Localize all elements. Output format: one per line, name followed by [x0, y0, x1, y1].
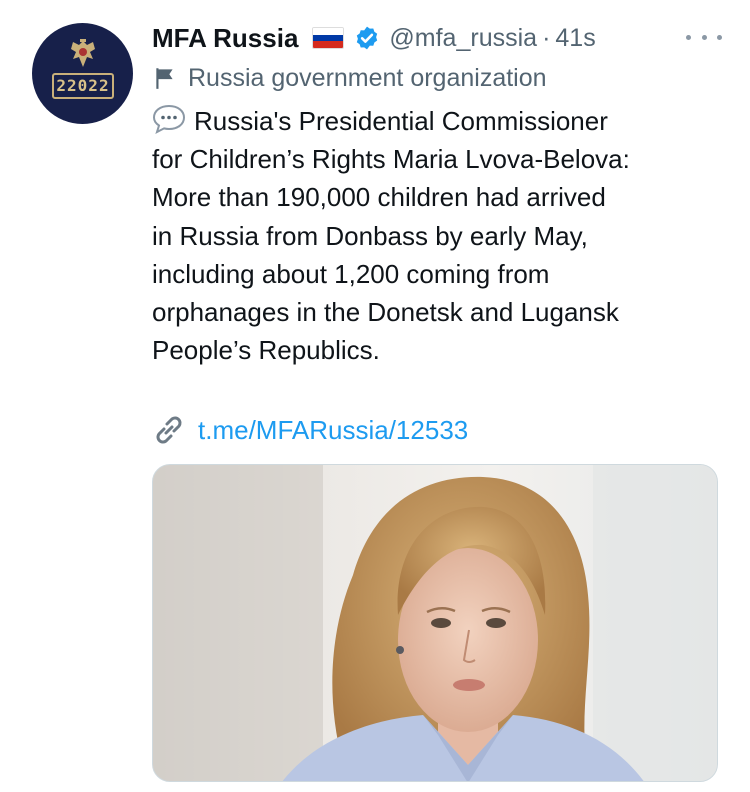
- tweet-body: Russia's Presidential Commissioner for C…: [152, 106, 630, 366]
- government-label[interactable]: Russia government organization: [152, 60, 547, 96]
- tweet-link-row: t.me/MFARussia/12533: [152, 410, 468, 450]
- avatar[interactable]: 22022: [32, 23, 133, 124]
- separator: ·: [542, 23, 551, 52]
- speech-bubble-icon: [152, 104, 186, 134]
- account-name[interactable]: MFA Russia: [152, 23, 298, 54]
- flag-icon: [156, 68, 173, 89]
- link-icon: [156, 416, 182, 444]
- avatar-badge: 22022: [52, 73, 114, 99]
- verified-badge-icon: [357, 26, 378, 50]
- coat-of-arms-icon: [71, 39, 95, 67]
- russia-flag-icon: [312, 27, 345, 49]
- tweet-text: Russia's Presidential Commissioner for C…: [152, 102, 712, 369]
- more-options-icon[interactable]: [686, 26, 722, 48]
- tweet-header: MFA Russia @mfa_russia · 41s: [152, 18, 722, 58]
- timestamp[interactable]: 41s: [555, 24, 595, 53]
- account-handle[interactable]: @mfa_russia: [389, 24, 537, 53]
- telegram-link[interactable]: t.me/MFARussia/12533: [198, 415, 468, 446]
- government-label-text: Russia government organization: [188, 63, 547, 92]
- tweet-photo[interactable]: [152, 464, 718, 782]
- portrait-image: [153, 465, 717, 781]
